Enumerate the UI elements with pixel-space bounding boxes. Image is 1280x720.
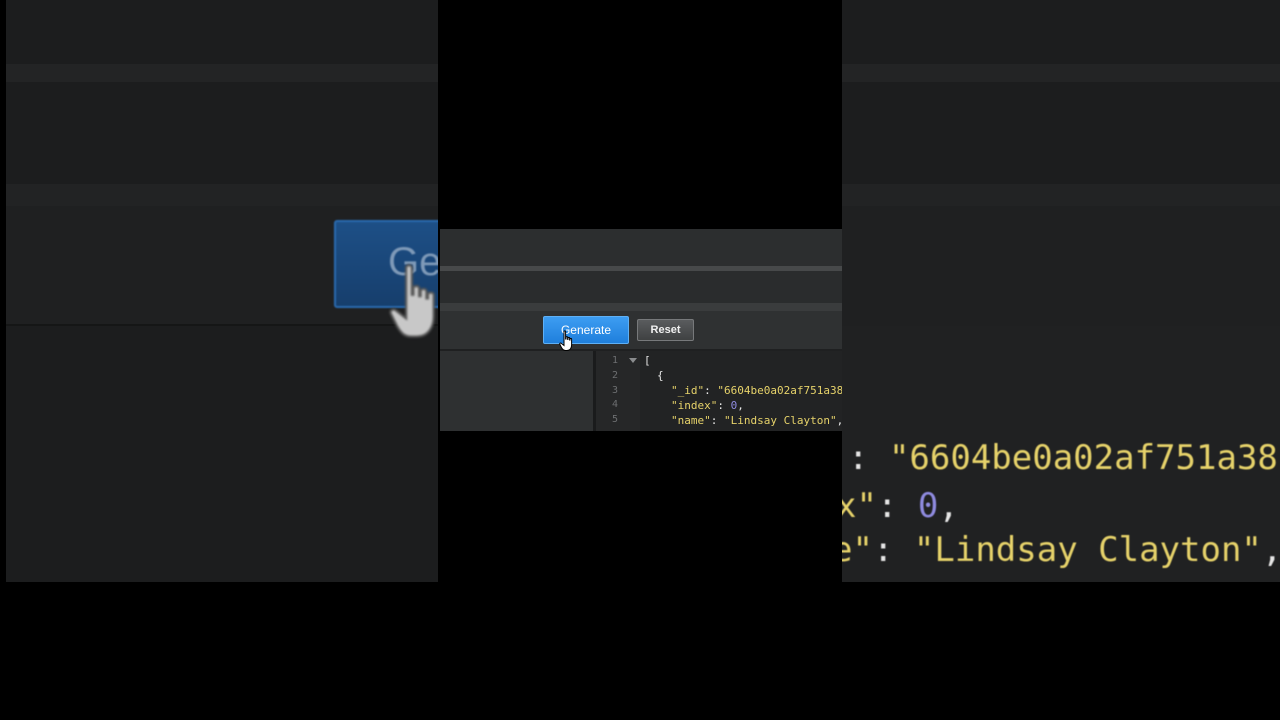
- code-line: "index": 0,: [671, 399, 744, 412]
- zoomed-backdrop-left: Ge: [6, 0, 438, 582]
- code-line: {: [657, 369, 664, 382]
- line-number: 1: [611, 355, 618, 366]
- screen: Ge : "6604be0a02af751a38 x": 0, e": "Lin…: [0, 0, 1280, 720]
- hand-cursor-icon: [559, 330, 573, 351]
- zoomed-code-clip: : "6604be0a02af751a38 x": 0, e": "Lindsa…: [842, 0, 1280, 582]
- zoomed-code-line: x": 0,: [842, 486, 959, 526]
- line-number: 4: [611, 399, 618, 410]
- fold-arrow-icon[interactable]: [629, 358, 637, 363]
- zoomed-hand-cursor-icon: [389, 264, 435, 338]
- zoomed-code-line: : "6604be0a02af751a38: [848, 438, 1278, 478]
- header-divider: [440, 303, 842, 311]
- template-editor-pane[interactable]: [440, 351, 593, 431]
- code-line: "_id": "6604be0a02af751a38: [671, 384, 842, 397]
- header-strip: [440, 271, 842, 303]
- line-number: 5: [611, 414, 618, 425]
- line-number: 3: [611, 385, 618, 396]
- json-generator-panel: Generate Reset 1 2 3 4 5 [ { "_id": "660…: [440, 229, 842, 431]
- generate-button[interactable]: Generate: [543, 316, 629, 344]
- backdrop-divider: [6, 324, 438, 326]
- header-strip: [440, 229, 842, 266]
- line-number: 2: [611, 370, 618, 381]
- reset-button[interactable]: Reset: [637, 319, 694, 341]
- backdrop-band: [6, 184, 438, 206]
- code-line: [: [644, 354, 651, 367]
- code-line: "name": "Lindsay Clayton",: [671, 414, 842, 427]
- backdrop-band: [6, 64, 438, 82]
- zoomed-code-line: e": "Lindsay Clayton",: [842, 530, 1280, 570]
